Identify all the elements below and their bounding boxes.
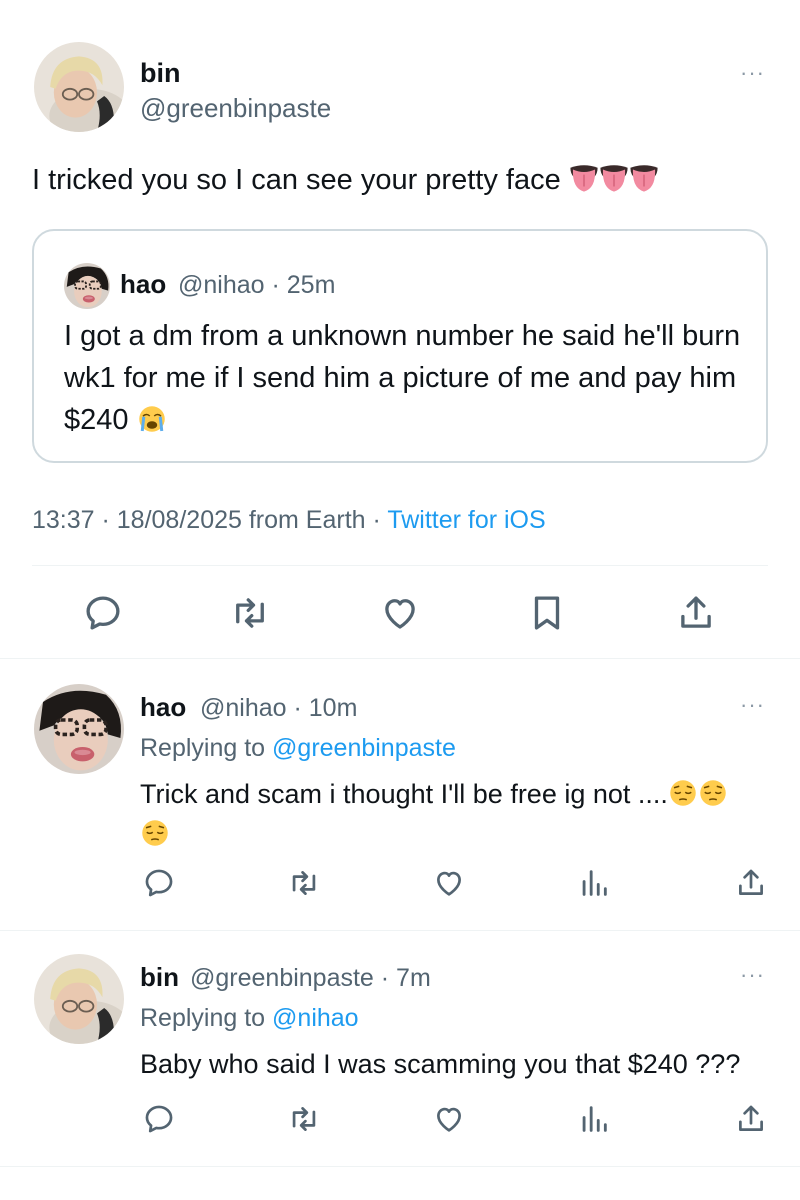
- retweet-button[interactable]: [228, 592, 272, 634]
- author-name[interactable]: hao: [140, 692, 186, 723]
- tweet-text-body: I tricked you so I can see your pretty f…: [32, 164, 561, 196]
- emoji-group: [567, 161, 657, 206]
- author-name[interactable]: bin: [140, 962, 179, 993]
- reply-button[interactable]: [142, 866, 176, 900]
- divider: [32, 565, 768, 566]
- like-icon: [432, 1102, 466, 1136]
- loudly-crying-emoji-icon: [137, 404, 167, 434]
- views-button[interactable]: [577, 1102, 611, 1136]
- retweet-button[interactable]: [286, 866, 322, 900]
- retweet-button[interactable]: [286, 1102, 322, 1136]
- replying-to: Replying to @greenbinpaste: [140, 734, 456, 763]
- tongue-emoji-icon: [567, 161, 601, 195]
- like-button[interactable]: [432, 866, 466, 900]
- divider: [0, 1166, 800, 1167]
- reply-button[interactable]: [142, 1102, 176, 1136]
- quoted-meta: @nihao · 25m: [178, 271, 336, 299]
- tweet-timestamp: 13:37 · 18/08/2025 from Earth · Twitter …: [32, 506, 546, 535]
- like-button[interactable]: [432, 1102, 466, 1136]
- share-icon: [734, 866, 768, 900]
- more-options-icon[interactable]: ···: [740, 694, 765, 716]
- quoted-tweet[interactable]: hao @nihao · 25m I got a dm from a unkno…: [32, 229, 768, 463]
- share-button[interactable]: [734, 1102, 768, 1136]
- retweet-icon: [286, 1102, 322, 1136]
- reply-icon: [82, 592, 124, 634]
- bookmark-button[interactable]: [526, 592, 568, 634]
- tweet-thread-page: bin @greenbinpaste ··· I tricked you so …: [0, 0, 800, 1200]
- pensive-emoji-icon: [668, 778, 698, 808]
- reply-button[interactable]: [82, 592, 124, 634]
- more-options-icon[interactable]: ···: [740, 964, 765, 986]
- replying-label: Replying to: [140, 734, 273, 762]
- retweet-icon: [228, 592, 272, 634]
- avatar[interactable]: [34, 954, 124, 1044]
- pensive-emoji-icon: [140, 818, 170, 848]
- replying-label: Replying to: [140, 1004, 273, 1032]
- views-button[interactable]: [577, 866, 611, 900]
- retweet-icon: [286, 866, 322, 900]
- mention-link[interactable]: @nihao: [272, 1004, 359, 1032]
- divider: [0, 930, 800, 931]
- reply-icon: [142, 1102, 176, 1136]
- like-icon: [432, 866, 466, 900]
- mention-link[interactable]: @greenbinpaste: [272, 734, 456, 762]
- avatar[interactable]: [34, 684, 124, 774]
- bookmark-icon: [526, 592, 568, 634]
- source-link[interactable]: Twitter for iOS: [387, 506, 545, 534]
- more-options-icon[interactable]: ···: [740, 62, 765, 84]
- author-name[interactable]: bin: [140, 58, 181, 89]
- like-button[interactable]: [379, 592, 421, 634]
- tweet-text: Baby who said I was scamming you that $2…: [140, 1049, 741, 1079]
- tweet-text: I tricked you so I can see your pretty f…: [32, 160, 657, 206]
- divider: [0, 658, 800, 659]
- stats-icon: [577, 866, 611, 900]
- tweet-text-body: Trick and scam i thought I'll be free ig…: [140, 779, 668, 809]
- author-meta: @greenbinpaste · 7m: [190, 964, 431, 992]
- share-button[interactable]: [675, 592, 717, 634]
- quoted-text: I got a dm from a unknown number he said…: [64, 315, 754, 441]
- tongue-emoji-icon: [597, 161, 631, 195]
- like-icon: [379, 592, 421, 634]
- share-icon: [734, 1102, 768, 1136]
- author-meta: @nihao · 10m: [200, 694, 358, 722]
- tongue-emoji-icon: [627, 161, 661, 195]
- author-handle[interactable]: @greenbinpaste: [140, 93, 331, 124]
- replying-to: Replying to @nihao: [140, 1004, 359, 1033]
- stats-icon: [577, 1102, 611, 1136]
- avatar[interactable]: [34, 42, 124, 132]
- pensive-emoji-icon: [698, 778, 728, 808]
- tweet-text: Trick and scam i thought I'll be free ig…: [140, 774, 780, 854]
- avatar[interactable]: [64, 263, 110, 309]
- quoted-author-name: hao: [120, 269, 167, 299]
- share-icon: [675, 592, 717, 634]
- timestamp-text: 13:37 · 18/08/2025 from Earth ·: [32, 506, 388, 534]
- reply-icon: [142, 866, 176, 900]
- share-button[interactable]: [734, 866, 768, 900]
